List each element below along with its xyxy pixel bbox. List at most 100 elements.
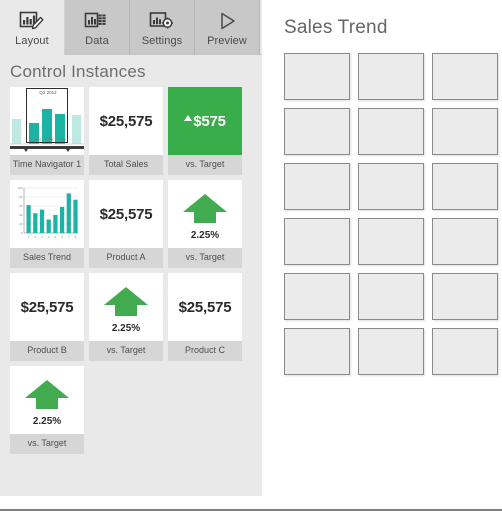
placeholder-box[interactable] bbox=[358, 53, 424, 100]
svg-text:6: 6 bbox=[61, 235, 63, 239]
tile-preview: 2.25% bbox=[168, 180, 242, 248]
tile-preview: 100 80 60 40 20 0 1 2 3 4 5 6 7 8 bbox=[10, 180, 84, 248]
tile-preview: $25,575 bbox=[168, 273, 242, 341]
tab-layout[interactable]: Layout bbox=[0, 0, 65, 55]
tile-preview: $25,575 bbox=[89, 180, 163, 248]
tile-caption: vs. Target bbox=[168, 248, 242, 268]
placeholder-box[interactable] bbox=[358, 328, 424, 375]
tile-caption: Time Navigator 1 bbox=[10, 155, 84, 175]
placeholder-box[interactable] bbox=[284, 108, 350, 155]
placeholder-box[interactable] bbox=[358, 163, 424, 210]
placeholder-box[interactable] bbox=[284, 328, 350, 375]
placeholder-box[interactable] bbox=[358, 108, 424, 155]
arrow-up-icon bbox=[102, 285, 150, 324]
tile-preview: 2.25% bbox=[89, 273, 163, 341]
placeholder-box[interactable] bbox=[432, 163, 498, 210]
kpi-value: $25,575 bbox=[99, 205, 153, 223]
kpi-percent: 2.25% bbox=[32, 415, 62, 427]
tile-vs-target-arrow-2[interactable]: 2.25% vs. Target bbox=[89, 273, 163, 361]
tab-layout-label: Layout bbox=[15, 35, 49, 47]
tile-vs-target-arrow-1[interactable]: 2.25% vs. Target bbox=[168, 180, 242, 268]
tile-caption: Sales Trend bbox=[10, 248, 84, 268]
time-navigator-thumbnail: APR MAY JUN Q2 2012 bbox=[10, 87, 84, 155]
svg-text:0: 0 bbox=[21, 231, 23, 235]
placeholder-box[interactable] bbox=[432, 218, 498, 265]
tab-data[interactable]: Data bbox=[65, 0, 130, 55]
data-chart-grid-icon bbox=[84, 8, 110, 34]
placeholder-box[interactable] bbox=[432, 53, 498, 100]
settings-chart-gear-icon bbox=[149, 8, 175, 34]
arrow-kpi: 2.25% bbox=[89, 273, 163, 341]
svg-text:5: 5 bbox=[55, 235, 57, 239]
tile-caption: Product A bbox=[89, 248, 163, 268]
control-instances-list: APR MAY JUN Q2 2012 Time Navigator 1 $25… bbox=[0, 87, 242, 454]
kpi-percent: 2.25% bbox=[111, 322, 141, 334]
svg-text:4: 4 bbox=[48, 235, 50, 239]
tile-preview: $25,575 bbox=[89, 87, 163, 155]
tile-vs-target-arrow-3[interactable]: 2.25% vs. Target bbox=[10, 366, 84, 454]
placeholder-box[interactable] bbox=[432, 328, 498, 375]
svg-text:60: 60 bbox=[19, 204, 23, 208]
tile-caption: vs. Target bbox=[89, 341, 163, 361]
svg-text:3: 3 bbox=[41, 235, 43, 239]
svg-text:2: 2 bbox=[34, 235, 36, 239]
tile-total-sales[interactable]: $25,575 Total Sales bbox=[89, 87, 163, 175]
kpi-value: $25,575 bbox=[99, 112, 153, 130]
arrow-up-icon bbox=[184, 115, 193, 121]
tab-settings[interactable]: Settings bbox=[130, 0, 195, 55]
arrow-kpi: 2.25% bbox=[10, 366, 84, 434]
tile-product-a[interactable]: $25,575 Product A bbox=[89, 180, 163, 268]
tile-product-b[interactable]: $25,575 Product B bbox=[10, 273, 84, 361]
kpi-value: $25,575 bbox=[20, 298, 74, 316]
placeholder-box[interactable] bbox=[284, 273, 350, 320]
placeholder-box[interactable] bbox=[284, 218, 350, 265]
placeholder-box[interactable] bbox=[432, 108, 498, 155]
tile-preview: APR MAY JUN Q2 2012 bbox=[10, 87, 84, 155]
svg-text:8: 8 bbox=[75, 235, 77, 239]
placeholder-box[interactable] bbox=[432, 273, 498, 320]
svg-text:100: 100 bbox=[17, 186, 22, 190]
tile-caption: Product B bbox=[10, 341, 84, 361]
left-panel: Layout Data Settings Preview Control Ins… bbox=[0, 0, 262, 496]
arrow-kpi: 2.25% bbox=[168, 180, 242, 248]
tile-caption: vs. Target bbox=[10, 434, 84, 454]
svg-text:40: 40 bbox=[19, 213, 23, 217]
tab-data-label: Data bbox=[85, 35, 109, 47]
placeholder-box[interactable] bbox=[358, 273, 424, 320]
kpi-percent: 2.25% bbox=[190, 229, 220, 241]
svg-text:80: 80 bbox=[19, 195, 23, 199]
arrow-up-icon bbox=[181, 192, 229, 231]
time-navigator-period-label: Q2 2012 bbox=[39, 90, 57, 95]
placeholder-box[interactable] bbox=[358, 218, 424, 265]
tab-preview-label: Preview bbox=[207, 35, 247, 47]
play-triangle-icon bbox=[214, 8, 240, 34]
placeholder-box[interactable] bbox=[284, 53, 350, 100]
placeholder-box[interactable] bbox=[284, 163, 350, 210]
kpi-delta-value: $575 bbox=[184, 113, 226, 130]
svg-text:1: 1 bbox=[28, 235, 30, 239]
tile-caption: Total Sales bbox=[89, 155, 163, 175]
tile-sales-trend[interactable]: 100 80 60 40 20 0 1 2 3 4 5 6 7 8 Sales … bbox=[10, 180, 84, 268]
time-navigator-selection-window[interactable] bbox=[26, 88, 68, 143]
tile-time-navigator-1[interactable]: APR MAY JUN Q2 2012 Time Navigator 1 bbox=[10, 87, 84, 175]
tile-caption: Product C bbox=[168, 341, 242, 361]
control-instances-heading: Control Instances bbox=[10, 62, 146, 81]
kpi-value-text: $575 bbox=[193, 112, 226, 130]
tile-preview: 2.25% bbox=[10, 366, 84, 434]
canvas-title: Sales Trend bbox=[284, 17, 388, 38]
tile-caption: vs. Target bbox=[168, 155, 242, 175]
kpi-value: $25,575 bbox=[178, 298, 232, 316]
tab-preview[interactable]: Preview bbox=[195, 0, 260, 55]
sales-trend-thumbnail: 100 80 60 40 20 0 1 2 3 4 5 6 7 8 bbox=[10, 180, 84, 248]
svg-text:20: 20 bbox=[19, 222, 23, 226]
tile-preview: $25,575 bbox=[10, 273, 84, 341]
arrow-up-icon bbox=[23, 378, 71, 417]
tile-vs-target-green[interactable]: $575 vs. Target bbox=[168, 87, 242, 175]
svg-text:7: 7 bbox=[68, 235, 70, 239]
layout-chart-pencil-icon bbox=[19, 8, 45, 34]
app-window: Layout Data Settings Preview Control Ins… bbox=[0, 0, 502, 511]
tab-bar: Layout Data Settings Preview bbox=[0, 0, 262, 55]
tile-preview: $575 bbox=[168, 87, 242, 155]
tab-settings-label: Settings bbox=[141, 35, 183, 47]
tile-product-c[interactable]: $25,575 Product C bbox=[168, 273, 242, 361]
